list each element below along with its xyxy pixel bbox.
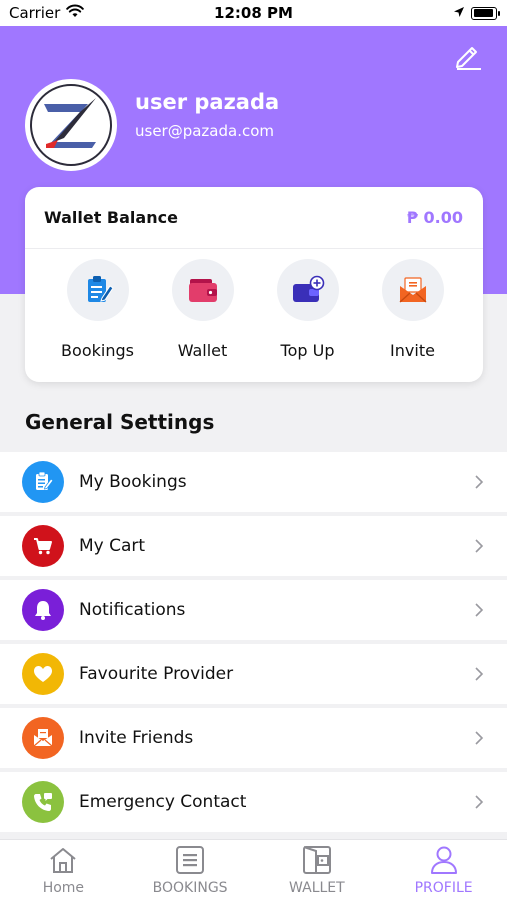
- quick-action-label: Wallet: [177, 341, 228, 360]
- chevron-right-icon: [473, 793, 485, 811]
- envelope-icon: [22, 717, 64, 759]
- general-settings-title: General Settings: [25, 410, 215, 434]
- phone-icon: [22, 781, 64, 823]
- chevron-right-icon: [473, 601, 485, 619]
- tab-label: PROFILE: [414, 880, 473, 896]
- status-right: [453, 4, 500, 22]
- tab-label: WALLET: [289, 880, 345, 896]
- quick-action-wallet[interactable]: Wallet: [150, 259, 255, 360]
- tab-wallet[interactable]: WALLET: [254, 840, 381, 900]
- settings-item-my-bookings[interactable]: My Bookings: [0, 452, 507, 512]
- wallet-card: Wallet Balance ₱ 0.00 Bookings Wallet To…: [25, 187, 483, 382]
- quick-action-label: Top Up: [280, 341, 335, 360]
- edit-profile-button[interactable]: [451, 38, 485, 72]
- status-left: Carrier: [9, 4, 85, 22]
- user-name: user pazada: [135, 90, 280, 114]
- tab-label: Home: [42, 880, 85, 896]
- settings-item-label: Emergency Contact: [79, 792, 247, 812]
- settings-item-label: My Cart: [79, 536, 146, 556]
- wallet-balance-title: Wallet Balance: [44, 208, 178, 227]
- quick-action-icon-wrap: [66, 259, 129, 321]
- settings-item-emergency-contact[interactable]: Emergency Contact: [0, 772, 507, 832]
- quick-action-icon-wrap: [381, 259, 444, 321]
- avatar[interactable]: [25, 79, 117, 171]
- carrier-label: Carrier: [9, 4, 61, 22]
- wallet-balance-row[interactable]: Wallet Balance ₱ 0.00: [25, 187, 483, 249]
- bell-icon: [22, 589, 64, 631]
- chevron-right-icon: [473, 473, 485, 491]
- cart-icon: [22, 525, 64, 567]
- settings-list: My Bookings My Cart Notifications Favour…: [0, 452, 507, 836]
- clipboard-icon: [87, 276, 114, 302]
- settings-item-label: Notifications: [79, 600, 186, 620]
- pencil-icon: [456, 47, 481, 70]
- user-icon: [430, 846, 457, 874]
- chevron-right-icon: [473, 537, 485, 555]
- user-email: user@pazada.com: [135, 122, 275, 140]
- wallet-icon: [302, 846, 331, 874]
- chevron-right-icon: [473, 729, 485, 747]
- settings-item-label: Invite Friends: [79, 728, 194, 748]
- settings-item-favourite-provider[interactable]: Favourite Provider: [0, 644, 507, 704]
- settings-item-label: My Bookings: [79, 472, 187, 492]
- tab-home[interactable]: Home: [0, 840, 127, 900]
- tab-label: BOOKINGS: [152, 880, 228, 896]
- tab-bookings[interactable]: BOOKINGS: [127, 840, 254, 900]
- quick-action-invite[interactable]: Invite: [360, 259, 465, 360]
- quick-action-label: Invite: [390, 341, 435, 360]
- wifi-icon: [66, 4, 85, 22]
- wallet-balance-amount: ₱ 0.00: [406, 208, 463, 227]
- heart-icon: [22, 653, 64, 695]
- settings-item-notifications[interactable]: Notifications: [0, 580, 507, 640]
- quick-action-bookings[interactable]: Bookings: [45, 259, 150, 360]
- wallet-icon: [188, 279, 217, 302]
- settings-item-invite-friends[interactable]: Invite Friends: [0, 708, 507, 768]
- settings-item-my-cart[interactable]: My Cart: [0, 516, 507, 576]
- invite-envelope-icon: [399, 277, 426, 303]
- battery-icon: [471, 6, 500, 20]
- quick-action-icon-wrap: [171, 259, 234, 321]
- chevron-right-icon: [473, 665, 485, 683]
- list-icon: [176, 846, 205, 874]
- quick-action-label: Bookings: [61, 341, 134, 360]
- tab-bar: Home BOOKINGS WALLET PROFILE: [0, 839, 507, 900]
- clipboard-icon: [22, 461, 64, 503]
- quick-action-top-up[interactable]: Top Up: [255, 259, 360, 360]
- quick-action-icon-wrap: [276, 259, 339, 321]
- status-bar: Carrier 12:08 PM: [0, 0, 507, 26]
- settings-item-label: Favourite Provider: [79, 664, 234, 684]
- home-icon: [50, 848, 77, 873]
- tab-profile[interactable]: PROFILE: [380, 840, 507, 900]
- avatar-logo: [30, 84, 112, 166]
- quick-actions: Bookings Wallet Top Up Invite: [25, 249, 483, 360]
- top-up-icon: [292, 275, 324, 302]
- location-arrow-icon: [453, 4, 465, 22]
